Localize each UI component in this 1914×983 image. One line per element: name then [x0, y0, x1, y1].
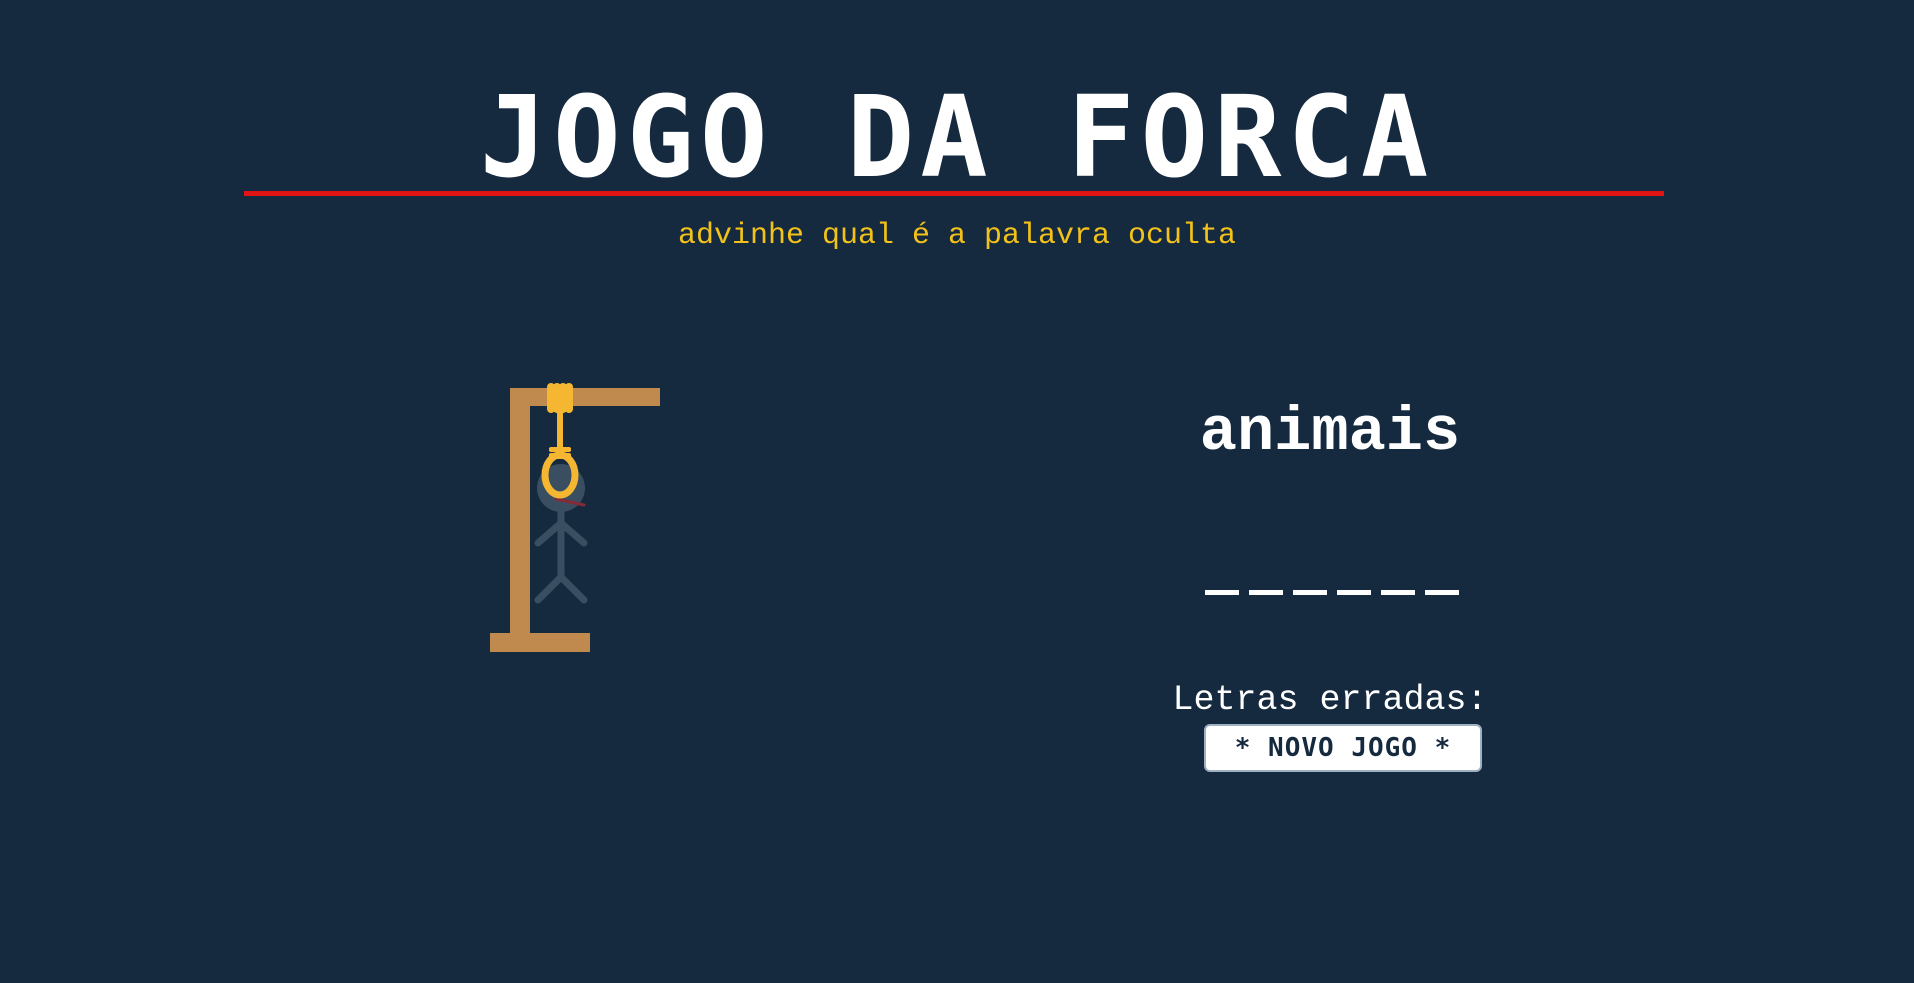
- letter-slot: [1205, 590, 1239, 595]
- letter-slot: [1425, 590, 1459, 595]
- gallows-post: [510, 388, 530, 638]
- wrong-letters-label: Letras erradas:: [1172, 680, 1488, 720]
- letter-slot: [1293, 590, 1327, 595]
- hidden-word: [1205, 590, 1459, 595]
- game-panel: animais Letras erradas: * NOVO JOGO *: [1100, 380, 1560, 800]
- letter-slot: [1249, 590, 1283, 595]
- page-subtitle: advinhe qual é a palavra oculta: [677, 219, 1237, 253]
- figure-right-leg: [557, 573, 588, 604]
- figure-left-leg: [534, 573, 565, 604]
- page-title: JOGO DA FORCA: [479, 73, 1435, 203]
- gallows-area: [480, 375, 680, 660]
- gallows-icon: [490, 383, 660, 652]
- title-underline: [244, 191, 1664, 196]
- gallows-base: [490, 633, 590, 652]
- gallows-beam: [510, 388, 660, 406]
- letter-slot: [1337, 590, 1371, 595]
- category-label: animais: [1199, 397, 1461, 468]
- letter-slot: [1381, 590, 1415, 595]
- new-game-button[interactable]: * NOVO JOGO *: [1204, 724, 1482, 772]
